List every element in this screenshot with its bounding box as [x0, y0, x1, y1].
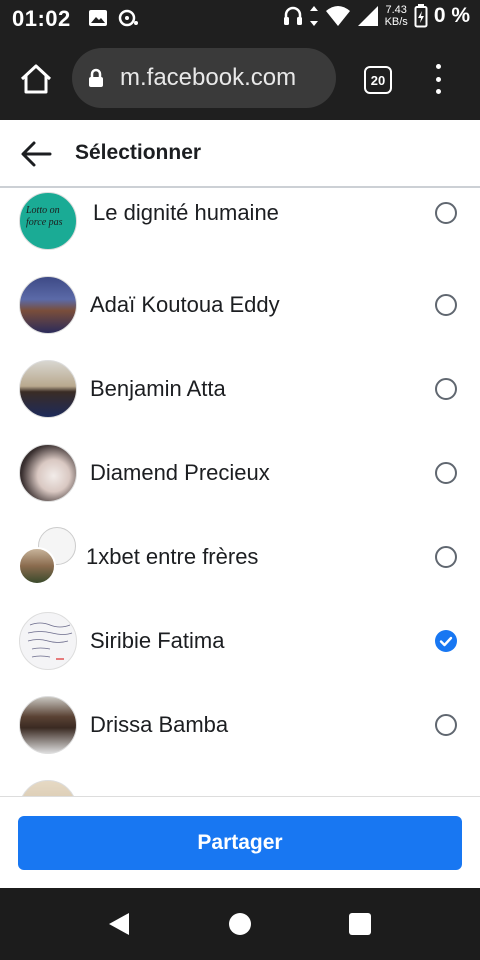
contact-name: Diamend Precieux [90, 460, 270, 485]
contact-name: Le dignité humaine [93, 200, 279, 225]
share-button[interactable]: Partager [18, 816, 462, 870]
avatar [19, 444, 77, 502]
avatar [19, 780, 77, 796]
net-speed-unit: KB/s [384, 16, 408, 28]
tab-switcher-button[interactable]: 20 [364, 66, 392, 94]
friends-list: Lotto on force pas Le dignité humaine Ad… [0, 190, 480, 796]
contact-name: Drissa Bamba [90, 712, 229, 737]
share-page: Sélectionner Lotto on force pas Le digni… [0, 120, 480, 888]
group-avatar [18, 527, 80, 587]
avatar [19, 360, 77, 418]
signal-icon [357, 6, 378, 26]
nav-home-icon[interactable] [229, 913, 251, 935]
radio-button[interactable] [435, 714, 457, 736]
list-item[interactable]: Adaï Koutoua Eddy [0, 261, 480, 345]
battery-percent: 0 % [433, 4, 470, 27]
lock-icon [89, 68, 103, 87]
wifi-icon [325, 6, 350, 26]
data-arrows-icon [309, 6, 318, 26]
radio-button[interactable] [435, 462, 457, 484]
status-bar: 01:02 7.43 KB/s 0 % [0, 0, 480, 38]
radio-button[interactable] [435, 546, 457, 568]
cloud-sync-icon [118, 9, 138, 27]
back-arrow-icon [21, 141, 52, 167]
check-icon [439, 636, 453, 647]
avatar [19, 276, 77, 334]
avatar-text: Lotto on force pas [26, 205, 63, 228]
list-item[interactable]: Diamend Precieux [0, 429, 480, 513]
page-header: Sélectionner [0, 120, 480, 188]
avatar [19, 696, 77, 754]
avatar: Lotto on force pas [19, 192, 77, 250]
home-icon [20, 64, 52, 94]
net-speed-value: 7.43 [385, 4, 407, 16]
list-item[interactable]: Siribie Fatima [0, 597, 480, 681]
browser-toolbar: m.facebook.com 20 [0, 38, 480, 120]
image-icon [89, 10, 107, 26]
status-time: 01:02 [12, 6, 71, 31]
nav-recents-icon[interactable] [349, 913, 371, 935]
headphones-icon [283, 6, 302, 25]
page-title: Sélectionner [75, 141, 202, 164]
contact-name: Benjamin Atta [90, 376, 226, 401]
list-item[interactable]: Drissa Bamba [0, 681, 480, 765]
system-nav-bar [0, 888, 480, 960]
contact-name: Siribie Fatima [90, 628, 225, 653]
radio-button[interactable] [435, 202, 457, 224]
list-item[interactable] [0, 765, 480, 796]
contact-name: Adaï Koutoua Eddy [90, 292, 280, 317]
radio-button[interactable] [435, 294, 457, 316]
battery-icon [414, 4, 428, 28]
overflow-menu-icon[interactable] [428, 64, 448, 94]
contact-name: 1xbet entre frères [86, 544, 259, 569]
list-item[interactable]: Benjamin Atta [0, 345, 480, 429]
list-item[interactable]: 1xbet entre frères [0, 513, 480, 597]
avatar [19, 612, 77, 670]
list-item[interactable]: Lotto on force pas Le dignité humaine [0, 190, 480, 261]
radio-button-selected[interactable] [435, 630, 457, 652]
radio-button[interactable] [435, 378, 457, 400]
url-bar[interactable]: m.facebook.com [72, 48, 336, 108]
url-text: m.facebook.com [120, 64, 297, 91]
footer: Partager [0, 796, 480, 888]
back-button[interactable] [20, 140, 52, 168]
home-button[interactable] [18, 62, 54, 96]
nav-back-icon[interactable] [108, 912, 130, 936]
